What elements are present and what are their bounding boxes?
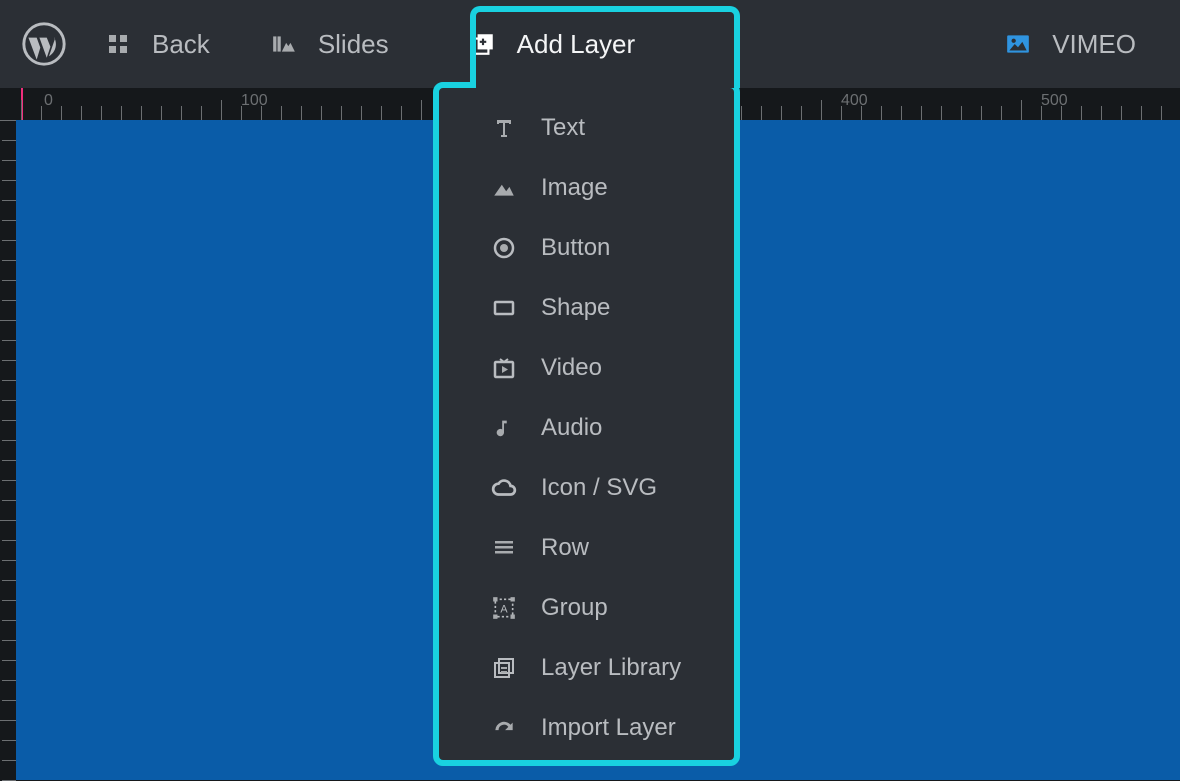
audio-icon [489,413,519,443]
add-layer-video[interactable]: Video [439,338,734,398]
dd-label: Button [541,234,610,262]
add-layer-icon [469,30,497,58]
add-layer-icon-svg[interactable]: Icon / SVG [439,458,734,518]
vimeo-button[interactable]: VIMEO [974,0,1180,88]
add-layer-button-item[interactable]: Button [439,218,734,278]
video-icon [489,353,519,383]
dd-label: Text [541,114,585,142]
back-label: Back [152,29,210,60]
top-toolbar: Back Slides Add Layer VIMEO [0,0,1180,88]
import-icon [489,713,519,743]
image-icon [489,173,519,203]
dd-label: Audio [541,414,602,442]
rows-icon [489,533,519,563]
picture-icon [1004,30,1032,58]
library-icon [489,653,519,683]
add-layer-import[interactable]: Import Layer [439,698,734,758]
dd-label: Shape [541,294,610,322]
dd-label: Image [541,174,608,202]
dd-label: Row [541,534,589,562]
add-layer-label: Add Layer [517,29,636,60]
ruler-label: 100 [241,92,268,110]
grid-icon [104,30,132,58]
dd-label: Group [541,594,608,622]
add-layer-dropdown: Text Image Button Shape Video Audio Icon… [439,88,734,760]
dd-label: Video [541,354,602,382]
ruler-label: 0 [44,92,53,110]
add-layer-button[interactable]: Add Layer [419,0,680,88]
vertical-ruler [0,88,16,780]
wordpress-logo-button[interactable] [14,14,74,74]
add-layer-group[interactable]: Group [439,578,734,638]
ruler-label: 400 [841,92,868,110]
add-layer-image[interactable]: Image [439,158,734,218]
text-icon [489,113,519,143]
slides-icon [270,30,298,58]
add-layer-audio[interactable]: Audio [439,398,734,458]
radio-icon [489,233,519,263]
shape-icon [489,293,519,323]
vimeo-label: VIMEO [1052,29,1136,60]
back-button[interactable]: Back [74,0,240,88]
add-layer-library[interactable]: Layer Library [439,638,734,698]
add-layer-shape[interactable]: Shape [439,278,734,338]
dd-label: Icon / SVG [541,474,657,502]
slides-button[interactable]: Slides [240,0,419,88]
dd-label: Layer Library [541,654,681,682]
ruler-label: 500 [1041,92,1068,110]
slides-label: Slides [318,29,389,60]
dd-label: Import Layer [541,714,676,742]
group-icon [489,593,519,623]
cloud-icon [489,473,519,503]
add-layer-row[interactable]: Row [439,518,734,578]
add-layer-text[interactable]: Text [439,98,734,158]
